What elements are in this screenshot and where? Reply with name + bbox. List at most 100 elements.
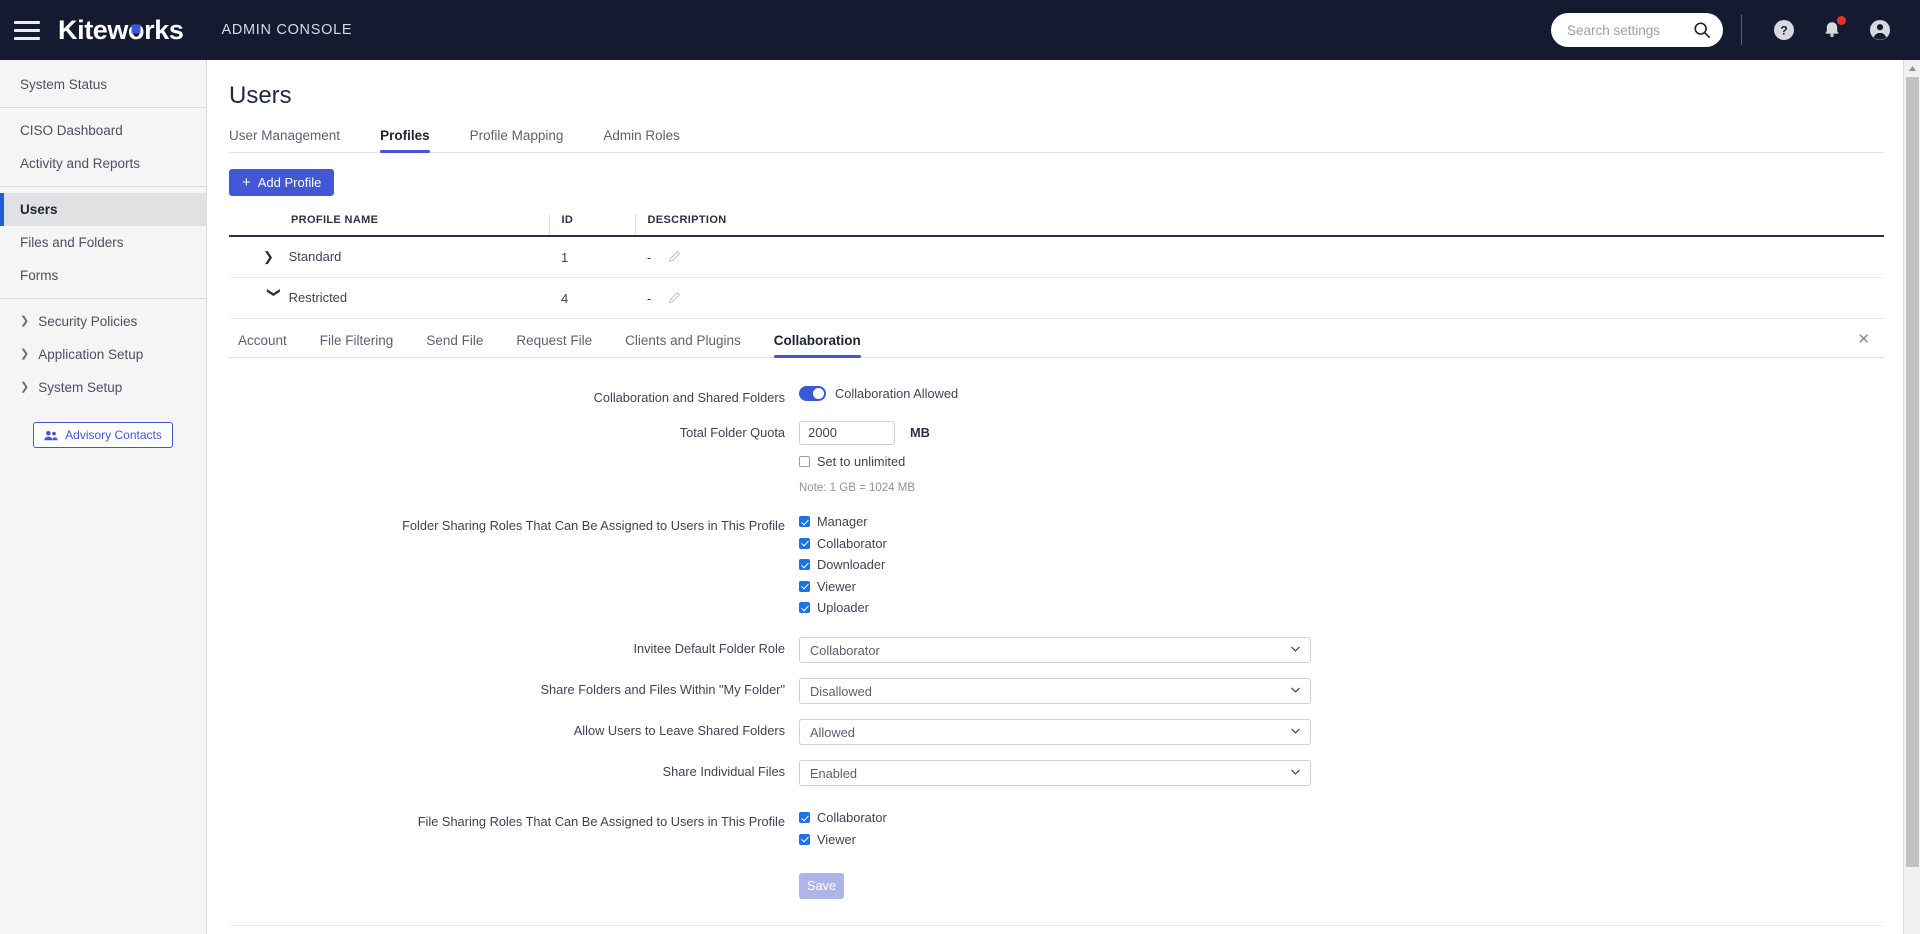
set-to-unlimited-row[interactable]: Set to unlimited <box>799 454 905 469</box>
field-label: Total Folder Quota <box>229 421 799 443</box>
brand-accent-o: o <box>128 15 144 46</box>
panel-tab-label: Send File <box>426 333 483 348</box>
file-viewer-checkbox[interactable] <box>799 834 810 845</box>
field-file-sharing-roles: File Sharing Roles That Can Be Assigned … <box>229 810 1884 847</box>
field-folder-sharing-roles: Folder Sharing Roles That Can Be Assigne… <box>229 514 1884 615</box>
help-circle-icon[interactable]: ? <box>1769 15 1799 45</box>
main-content: Users User Management Profiles Profile M… <box>207 60 1920 934</box>
search-settings-box[interactable] <box>1551 13 1723 47</box>
tab-file-filtering[interactable]: File Filtering <box>320 333 394 357</box>
field-label: Folder Sharing Roles That Can Be Assigne… <box>229 514 799 536</box>
hamburger-icon[interactable] <box>14 21 40 40</box>
sidebar-item-label: Activity and Reports <box>20 156 140 171</box>
profiles-table-continued: ❯ Recipient 5 - <box>229 925 1884 934</box>
tab-request-file[interactable]: Request File <box>516 333 592 357</box>
checkbox-row-file-viewer[interactable]: Viewer <box>799 832 856 847</box>
checkbox-row-viewer[interactable]: Viewer <box>799 579 856 594</box>
user-avatar-icon[interactable] <box>1865 15 1895 45</box>
profile-id: 4 <box>549 278 635 319</box>
set-to-unlimited-checkbox[interactable] <box>799 456 810 467</box>
sidebar-item-application-setup[interactable]: ❯ Application Setup <box>0 338 206 371</box>
file-collaborator-checkbox[interactable] <box>799 812 810 823</box>
sidebar-divider <box>0 107 206 108</box>
checkbox-row-manager[interactable]: Manager <box>799 514 868 529</box>
tab-clients-and-plugins[interactable]: Clients and Plugins <box>625 333 741 357</box>
allow-leave-shared-folders-select[interactable]: Allowed <box>799 719 1311 745</box>
add-profile-label: Add Profile <box>258 175 322 190</box>
field-total-folder-quota: Total Folder Quota MB Set to unlimited N… <box>229 421 1884 495</box>
bell-icon[interactable] <box>1817 15 1847 45</box>
table-row[interactable]: ❯ Restricted 4 - <box>229 278 1884 319</box>
tab-account[interactable]: Account <box>238 333 287 357</box>
manager-checkbox[interactable] <box>799 516 810 527</box>
field-share-individual-files: Share Individual Files Enabled <box>229 760 1884 786</box>
scrollbar-thumb[interactable] <box>1906 77 1919 867</box>
app-shell: System Status CISO Dashboard Activity an… <box>0 60 1920 934</box>
sidebar-item-label: Application Setup <box>38 347 143 362</box>
column-header-profile-name: PROFILE NAME <box>229 214 549 236</box>
vertical-scrollbar[interactable] <box>1903 60 1920 934</box>
chevron-down-icon[interactable]: ❯ <box>266 287 282 309</box>
field-label: Allow Users to Leave Shared Folders <box>229 719 799 741</box>
tab-admin-roles[interactable]: Admin Roles <box>603 128 700 152</box>
share-folders-my-folder-select[interactable]: Disallowed <box>799 678 1311 704</box>
collaborator-checkbox[interactable] <box>799 538 810 549</box>
table-row[interactable]: ❯ Standard 1 - <box>229 236 1884 278</box>
sidebar-item-system-status[interactable]: System Status <box>0 68 206 101</box>
sidebar-item-forms[interactable]: Forms <box>0 259 206 292</box>
tab-label: Admin Roles <box>603 128 680 143</box>
sidebar-item-system-setup[interactable]: ❯ System Setup <box>0 371 206 404</box>
checkbox-label: Downloader <box>817 557 885 572</box>
advisory-contacts-label: Advisory Contacts <box>65 428 162 442</box>
profile-description-cell: - <box>635 278 1884 319</box>
pencil-icon[interactable] <box>669 250 681 265</box>
table-header: PROFILE NAME ID DESCRIPTION <box>229 214 1884 236</box>
quota-note: Note: 1 GB = 1024 MB <box>799 482 915 494</box>
tab-user-management[interactable]: User Management <box>229 128 360 152</box>
caret-up-icon[interactable] <box>1904 60 1920 77</box>
sidebar-item-ciso-dashboard[interactable]: CISO Dashboard <box>0 114 206 147</box>
checkbox-label: Viewer <box>817 832 856 847</box>
sidebar-item-label: System Status <box>20 77 107 92</box>
advisory-contacts-button[interactable]: Advisory Contacts <box>33 422 173 448</box>
quota-input[interactable] <box>799 421 895 445</box>
invitee-default-folder-role-select[interactable]: Collaborator <box>799 637 1311 663</box>
pencil-icon[interactable] <box>669 291 681 306</box>
add-profile-button[interactable]: + Add Profile <box>229 169 334 196</box>
checkbox-row-collaborator[interactable]: Collaborator <box>799 536 887 551</box>
select-value: Collaborator <box>810 643 880 658</box>
sidebar-item-activity-and-reports[interactable]: Activity and Reports <box>0 147 206 180</box>
checkbox-label: Collaborator <box>817 810 887 825</box>
checkbox-row-uploader[interactable]: Uploader <box>799 600 869 615</box>
chevron-right-icon: ❯ <box>20 382 29 393</box>
share-individual-files-select[interactable]: Enabled <box>799 760 1311 786</box>
tab-send-file[interactable]: Send File <box>426 333 483 357</box>
tab-profile-mapping[interactable]: Profile Mapping <box>470 128 584 152</box>
quota-unit-label: MB <box>910 425 930 440</box>
sidebar-item-label: CISO Dashboard <box>20 123 123 138</box>
top-bar: Kiteworks ADMIN CONSOLE ? <box>0 0 1920 60</box>
checkbox-row-file-collaborator[interactable]: Collaborator <box>799 810 887 825</box>
search-icon[interactable] <box>1693 21 1711 39</box>
sidebar-item-users[interactable]: Users <box>0 193 206 226</box>
tab-profiles[interactable]: Profiles <box>380 128 450 152</box>
tab-collaboration[interactable]: Collaboration <box>774 333 861 357</box>
table-row[interactable]: ❯ Recipient 5 - <box>229 925 1884 934</box>
viewer-checkbox[interactable] <box>799 581 810 592</box>
column-header-description: DESCRIPTION <box>635 214 1884 236</box>
sidebar-item-files-and-folders[interactable]: Files and Folders <box>0 226 206 259</box>
profile-description: - <box>647 250 651 265</box>
chevron-right-icon[interactable]: ❯ <box>263 249 285 265</box>
people-icon <box>44 430 58 441</box>
uploader-checkbox[interactable] <box>799 602 810 613</box>
save-button[interactable]: Save <box>799 873 844 899</box>
select-value: Allowed <box>810 725 855 740</box>
search-input[interactable] <box>1567 23 1693 38</box>
notification-badge <box>1837 16 1846 25</box>
collaboration-toggle[interactable] <box>799 386 826 401</box>
profile-name-cell: ❯ Standard <box>229 236 549 278</box>
checkbox-row-downloader[interactable]: Downloader <box>799 557 885 572</box>
close-icon[interactable]: ✕ <box>1857 332 1870 347</box>
downloader-checkbox[interactable] <box>799 559 810 570</box>
sidebar-item-security-policies[interactable]: ❯ Security Policies <box>0 305 206 338</box>
